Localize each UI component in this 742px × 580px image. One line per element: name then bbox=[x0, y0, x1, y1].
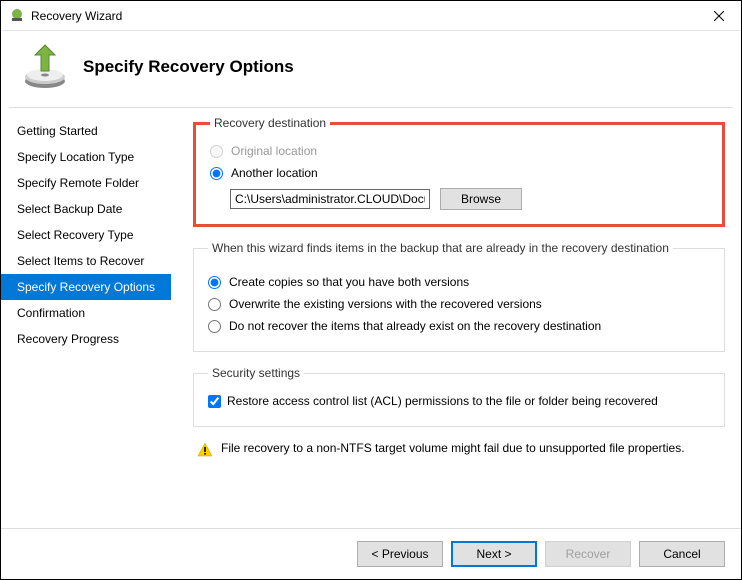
conflict-skip-label: Do not recover the items that already ex… bbox=[229, 319, 601, 333]
wizard-header: Specify Recovery Options bbox=[1, 31, 741, 107]
steps-sidebar: Getting StartedSpecify Location TypeSpec… bbox=[1, 108, 171, 528]
step-specify-remote-folder[interactable]: Specify Remote Folder bbox=[1, 170, 171, 196]
location-input-row: Browse bbox=[230, 188, 708, 210]
step-select-backup-date[interactable]: Select Backup Date bbox=[1, 196, 171, 222]
conflict-overwrite-radio[interactable] bbox=[208, 298, 221, 311]
acl-row[interactable]: Restore access control list (ACL) permis… bbox=[208, 390, 710, 412]
another-location-radio[interactable] bbox=[210, 167, 223, 180]
original-location-label: Original location bbox=[231, 144, 317, 158]
security-legend: Security settings bbox=[208, 366, 304, 380]
step-select-items-to-recover[interactable]: Select Items to Recover bbox=[1, 248, 171, 274]
conflict-copies-label: Create copies so that you have both vers… bbox=[229, 275, 469, 289]
window-title: Recovery Wizard bbox=[31, 9, 696, 23]
next-button[interactable]: Next > bbox=[451, 541, 537, 567]
another-location-row[interactable]: Another location bbox=[210, 162, 708, 184]
security-group: Security settings Restore access control… bbox=[193, 366, 725, 427]
step-getting-started[interactable]: Getting Started bbox=[1, 118, 171, 144]
step-select-recovery-type[interactable]: Select Recovery Type bbox=[1, 222, 171, 248]
location-path-input[interactable] bbox=[230, 189, 430, 209]
acl-label: Restore access control list (ACL) permis… bbox=[227, 394, 658, 408]
step-specify-location-type[interactable]: Specify Location Type bbox=[1, 144, 171, 170]
warning-text: File recovery to a non-NTFS target volum… bbox=[221, 441, 685, 455]
browse-button[interactable]: Browse bbox=[440, 188, 522, 210]
original-location-row: Original location bbox=[210, 140, 708, 162]
cancel-button[interactable]: Cancel bbox=[639, 541, 725, 567]
recover-button: Recover bbox=[545, 541, 631, 567]
conflict-copies-row[interactable]: Create copies so that you have both vers… bbox=[208, 271, 710, 293]
close-button[interactable] bbox=[696, 1, 741, 31]
warning-row: File recovery to a non-NTFS target volum… bbox=[193, 441, 725, 458]
recovery-destination-group: Recovery destination Original location A… bbox=[193, 116, 725, 227]
main-content: Recovery destination Original location A… bbox=[171, 108, 741, 528]
conflict-skip-radio[interactable] bbox=[208, 320, 221, 333]
conflict-skip-row[interactable]: Do not recover the items that already ex… bbox=[208, 315, 710, 337]
close-icon bbox=[714, 11, 724, 21]
acl-checkbox[interactable] bbox=[208, 395, 221, 408]
previous-button[interactable]: < Previous bbox=[357, 541, 443, 567]
another-location-label: Another location bbox=[231, 166, 318, 180]
step-specify-recovery-options[interactable]: Specify Recovery Options bbox=[1, 274, 171, 300]
recovery-icon bbox=[21, 43, 69, 91]
warning-icon bbox=[197, 442, 213, 458]
step-confirmation[interactable]: Confirmation bbox=[1, 300, 171, 326]
original-location-radio bbox=[210, 145, 223, 158]
page-title: Specify Recovery Options bbox=[83, 57, 294, 77]
conflict-overwrite-row[interactable]: Overwrite the existing versions with the… bbox=[208, 293, 710, 315]
conflict-group: When this wizard finds items in the back… bbox=[193, 241, 725, 352]
app-icon bbox=[9, 8, 25, 24]
recovery-destination-legend: Recovery destination bbox=[210, 116, 330, 130]
wizard-body: Getting StartedSpecify Location TypeSpec… bbox=[1, 108, 741, 528]
conflict-overwrite-label: Overwrite the existing versions with the… bbox=[229, 297, 542, 311]
conflict-copies-radio[interactable] bbox=[208, 276, 221, 289]
wizard-footer: < Previous Next > Recover Cancel bbox=[1, 528, 741, 579]
step-recovery-progress[interactable]: Recovery Progress bbox=[1, 326, 171, 352]
conflict-legend: When this wizard finds items in the back… bbox=[208, 241, 673, 255]
titlebar: Recovery Wizard bbox=[1, 1, 741, 31]
